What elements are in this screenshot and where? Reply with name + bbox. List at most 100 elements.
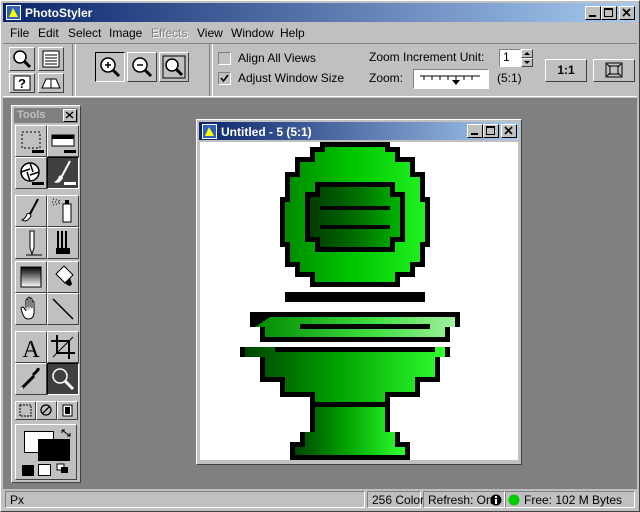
menu-window[interactable]: Window <box>231 26 274 40</box>
menu-view[interactable]: View <box>197 26 223 40</box>
eyedropper-icon <box>20 367 40 390</box>
airbrush-tool[interactable] <box>15 195 47 227</box>
color-mode-value: 256 Color <box>372 493 425 507</box>
zoomed-pixel-art-image <box>240 142 460 460</box>
zoom-fit-icon <box>162 55 186 79</box>
text-tool[interactable]: A <box>15 331 47 363</box>
menu-help[interactable]: Help <box>280 26 305 40</box>
doc-close-button[interactable] <box>501 124 517 138</box>
zoom-out-button[interactable] <box>127 52 157 82</box>
navigator-button[interactable] <box>38 47 64 71</box>
app-title: PhotoStyler <box>25 6 93 20</box>
paint-bucket-tool[interactable] <box>47 261 79 293</box>
smudge-tool[interactable] <box>47 227 79 259</box>
layer-icon <box>62 404 73 417</box>
mask-tool[interactable] <box>47 125 79 157</box>
zoom-label: Zoom: <box>369 71 404 85</box>
zoom-increment-input[interactable]: 1 <box>499 49 521 67</box>
crop-icon <box>51 335 75 359</box>
zoom-slider-thumb <box>452 80 460 85</box>
menu-file[interactable]: File <box>10 26 29 40</box>
document-icon[interactable] <box>202 124 217 139</box>
close-icon <box>622 8 631 17</box>
align-all-views-checkbox[interactable] <box>218 52 231 65</box>
paint-bucket-icon <box>55 265 74 286</box>
app-title-bar[interactable]: PhotoStyler <box>3 3 637 22</box>
align-all-views-label: Align All Views <box>238 51 316 65</box>
photostyler-app-icon[interactable] <box>6 5 21 20</box>
menu-select[interactable]: Select <box>68 26 101 40</box>
eyedropper-tool[interactable] <box>15 363 47 395</box>
mask-icon <box>51 134 76 153</box>
free-memory-value: Free: 102 M Bytes <box>524 493 623 507</box>
zoom-slider-track <box>420 75 480 85</box>
zoom-out-icon <box>132 57 153 78</box>
zoom-tool[interactable] <box>47 363 79 395</box>
gradient-icon <box>20 266 42 288</box>
default-colors-small-swatch[interactable] <box>22 465 34 476</box>
zoom-increment-down[interactable] <box>521 58 533 67</box>
spray-can-icon <box>52 198 72 223</box>
swap-colors-icon[interactable] <box>60 428 74 438</box>
one-to-one-button[interactable]: 1:1 <box>545 59 587 82</box>
book-button[interactable] <box>38 73 64 93</box>
line-icon <box>52 298 74 320</box>
reset-colors-icon[interactable] <box>56 463 70 475</box>
tools-palette: Tools A <box>11 105 81 483</box>
adjust-window-size-checkbox[interactable] <box>218 72 231 85</box>
spray-tool[interactable] <box>47 195 79 227</box>
color-swatches <box>15 424 77 480</box>
document-window: Untitled - 5 (5:1) <box>196 119 522 465</box>
zoom-tool-button[interactable] <box>9 47 35 71</box>
close-button[interactable] <box>619 6 635 20</box>
maximize-icon <box>604 8 613 17</box>
memory-panel: Free: 102 M Bytes <box>505 491 635 508</box>
zoom-in-button[interactable] <box>95 52 125 82</box>
question-mark-icon: ? <box>13 75 31 91</box>
close-icon <box>65 111 74 119</box>
tools-palette-close-button[interactable] <box>63 109 77 122</box>
rectangle-select-tool[interactable] <box>15 125 47 157</box>
no-mask-tool[interactable] <box>36 401 57 420</box>
fit-window-button[interactable] <box>593 59 635 82</box>
doc-maximize-button[interactable] <box>483 124 499 138</box>
line-tool[interactable] <box>47 293 79 325</box>
text-a-icon: A <box>22 337 40 362</box>
image-canvas[interactable] <box>200 142 518 460</box>
hand-tool[interactable] <box>15 293 47 325</box>
layer-mode-tool[interactable] <box>57 401 78 420</box>
doc-minimize-button[interactable] <box>467 124 483 138</box>
status-ok-icon <box>508 494 520 506</box>
pencil-icon <box>26 230 42 256</box>
zoom-increment-up[interactable] <box>521 49 533 58</box>
help-button[interactable]: ? <box>9 73 35 93</box>
fit-window-icon <box>605 62 623 78</box>
crop-tool[interactable] <box>47 331 79 363</box>
tools-palette-title-bar[interactable]: Tools <box>14 108 78 123</box>
svg-text:?: ? <box>18 76 26 91</box>
menu-edit[interactable]: Edit <box>38 26 59 40</box>
background-color-swatch[interactable] <box>38 439 70 461</box>
gradient-fill-tool[interactable] <box>15 261 47 293</box>
document-title-bar[interactable]: Untitled - 5 (5:1) <box>199 122 519 140</box>
brush-effect-tool[interactable] <box>47 157 79 189</box>
zoom-ratio: (5:1) <box>497 71 522 85</box>
white-small-swatch[interactable] <box>38 464 51 476</box>
magnifier-icon <box>13 50 32 69</box>
zoom-in-icon <box>100 57 121 78</box>
zoom-slider[interactable] <box>413 69 489 89</box>
minimize-button[interactable] <box>585 6 601 20</box>
info-icon[interactable] <box>490 494 502 506</box>
zoom-fit-button[interactable] <box>159 52 189 82</box>
select-mode-tool[interactable] <box>15 401 36 420</box>
color-wand-tool[interactable] <box>15 157 47 189</box>
list-window-icon <box>42 50 60 68</box>
spin-up-icon <box>524 52 530 55</box>
magnifier-icon <box>52 368 75 391</box>
maximize-button[interactable] <box>601 6 617 20</box>
menu-effects[interactable]: Effects <box>151 26 187 40</box>
menu-image[interactable]: Image <box>109 26 142 40</box>
aperture-icon <box>20 162 44 185</box>
pencil-tool[interactable] <box>15 227 47 259</box>
refresh-panel: Refresh: On <box>423 491 505 508</box>
